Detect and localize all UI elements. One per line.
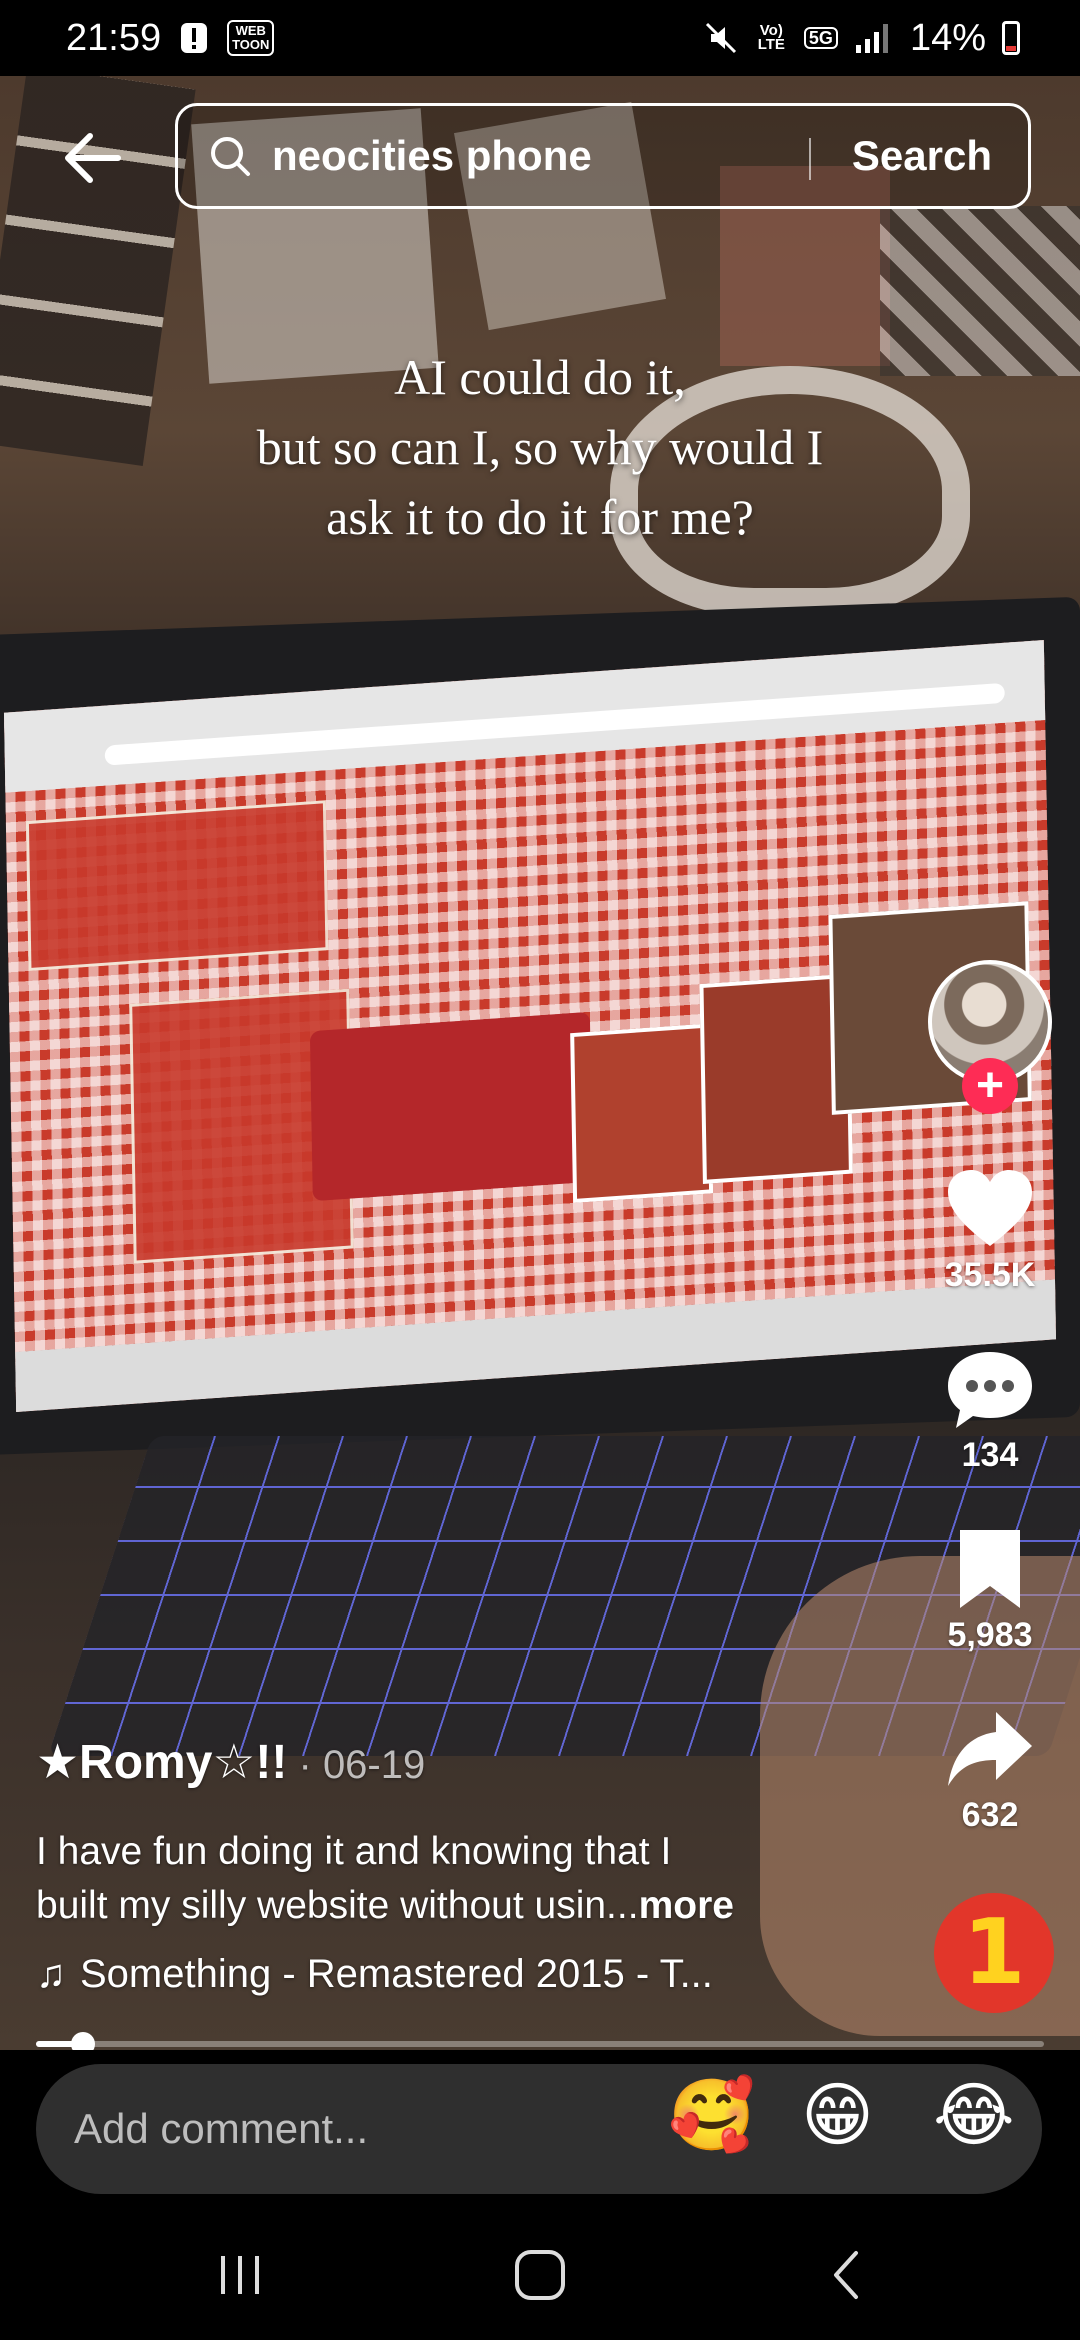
home-icon: [515, 2250, 565, 2300]
laptop: [0, 596, 1080, 1756]
like-count: 35.5K: [944, 1256, 1036, 1294]
overlay-line: ask it to do it for me?: [326, 489, 754, 545]
system-nav-bar: [0, 2200, 1080, 2340]
bookmark-icon: [960, 1530, 1020, 1608]
search-bar[interactable]: neocities phone Search: [175, 103, 1031, 209]
author-name[interactable]: ★Romy☆!!: [36, 1736, 287, 1789]
back-button[interactable]: [52, 118, 132, 198]
comment-button[interactable]: 134: [920, 1346, 1060, 1475]
webtoon-icon: WEB TOON: [227, 20, 275, 56]
battery-percent: 14%: [909, 16, 986, 59]
home-button[interactable]: [500, 2240, 580, 2310]
follow-button[interactable]: +: [962, 1058, 1018, 1114]
plus-icon: +: [975, 1059, 1005, 1112]
back-nav-button[interactable]: [806, 2240, 886, 2310]
comment-placeholder: Add comment...: [74, 2105, 369, 2152]
author-row: ★Romy☆!! · 06-19: [36, 1734, 876, 1790]
caption-line: built my silly website without usin...: [36, 1884, 639, 1927]
search-button[interactable]: Search: [852, 106, 992, 206]
network-type-badge: 5G: [803, 27, 838, 49]
emoji-tears-of-joy[interactable]: 😂: [933, 2075, 1015, 2155]
music-title: Something - Remastered 2015 - T...: [80, 1952, 713, 1996]
emoji-smiling-hearts[interactable]: 🥰: [668, 2075, 755, 2155]
volte-badge: Vo) LTE: [757, 22, 785, 53]
back-nav-icon: [834, 2251, 858, 2299]
bookmark-count: 5,983: [947, 1616, 1033, 1654]
clock: 21:59: [66, 16, 162, 59]
website-photo: [570, 1023, 714, 1204]
caption-line: I have fun doing it and knowing that I: [36, 1830, 672, 1873]
search-icon: [211, 137, 250, 176]
heart-icon: [948, 1170, 1032, 1246]
status-bar: 21:59 WEB TOON Vo) LTE 5G 14%: [0, 0, 1080, 76]
comment-count: 134: [961, 1436, 1019, 1474]
video-progress-bar[interactable]: [36, 2032, 1044, 2056]
search-divider: [809, 138, 811, 180]
share-icon: [948, 1712, 1032, 1786]
overlay-line: but so can I, so why would I: [256, 419, 824, 475]
share-count: 632: [961, 1796, 1019, 1834]
music-note-icon: ♫: [36, 1952, 66, 1996]
video-text-overlay: AI could do it, but so can I, so why wou…: [0, 342, 1080, 552]
signal-icon: [855, 24, 888, 53]
battery-icon: [1002, 21, 1020, 55]
laptop-screen: [3, 640, 1057, 1412]
bookmark-button[interactable]: 5,983: [920, 1526, 1060, 1655]
comment-input[interactable]: Add comment...: [36, 2064, 1042, 2194]
caption-text: I have fun doing it and knowing that I b…: [36, 1825, 876, 1933]
music-row[interactable]: ♫ Something - Remastered 2015 - T...: [36, 1952, 876, 1997]
comment-area: Add comment... 🥰 😁 😂: [0, 2050, 1080, 2200]
arrow-left-icon: [65, 133, 121, 183]
overlay-line: AI could do it,: [394, 349, 686, 405]
share-button[interactable]: 632: [920, 1706, 1060, 1835]
more-link[interactable]: more: [639, 1884, 734, 1927]
search-query[interactable]: neocities phone: [272, 132, 592, 180]
music-player-widget: [309, 1011, 593, 1202]
website-panel: [25, 800, 329, 972]
emoji-grin[interactable]: 😁: [801, 2075, 874, 2155]
recents-icon: [221, 2256, 259, 2294]
music-disc-sticker[interactable]: 1: [934, 1893, 1054, 2013]
comment-icon: [948, 1352, 1032, 1428]
sticker-label: 1: [962, 1900, 1026, 2005]
post-date: · 06-19: [287, 1743, 426, 1787]
alert-icon: [181, 23, 208, 53]
like-button[interactable]: 35.5K: [920, 1166, 1060, 1295]
mute-icon: [705, 22, 736, 54]
recents-button[interactable]: [200, 2240, 280, 2310]
